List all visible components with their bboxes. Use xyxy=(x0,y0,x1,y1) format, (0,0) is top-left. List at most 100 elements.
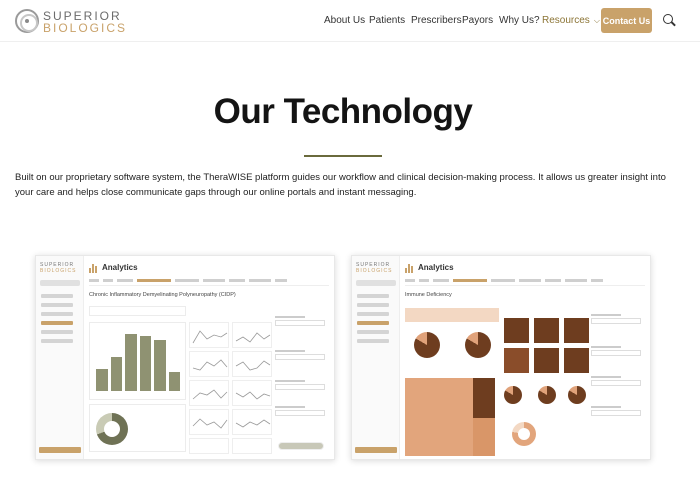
heat-tile xyxy=(504,318,529,343)
screenshot-action-button xyxy=(39,447,81,453)
heat-tile xyxy=(564,318,589,343)
line-chart-panel xyxy=(189,322,229,348)
screenshot-sidebar: SUPERIOR BIOLOGICS xyxy=(36,256,84,459)
filter-dropdown xyxy=(591,318,641,324)
line-chart-panel xyxy=(189,409,229,435)
analytics-icon xyxy=(405,263,415,273)
analytics-screenshot-cidp: SUPERIOR BIOLOGICS Analytics Chronic Inf… xyxy=(35,255,335,460)
line-chart-panel xyxy=(232,438,272,454)
screenshot-nav-item xyxy=(41,294,73,298)
kpi-strip xyxy=(405,308,499,322)
filter-dropdown xyxy=(591,410,641,416)
screenshot-nav-item xyxy=(41,303,73,307)
screenshot-sidebar: SUPERIOR BIOLOGICS xyxy=(352,256,400,459)
filter-label xyxy=(275,316,305,318)
filter-label xyxy=(591,346,621,348)
filter-dropdown xyxy=(591,380,641,386)
bar-chart-bar xyxy=(125,333,137,391)
bar-chart-bar xyxy=(96,369,108,391)
filter-label xyxy=(591,314,621,316)
contact-us-button[interactable]: Contact Us xyxy=(601,8,652,33)
filter-dropdown xyxy=(275,384,325,390)
line-chart-panel xyxy=(232,380,272,406)
donut-chart xyxy=(512,422,536,446)
screenshot-tabs xyxy=(405,278,645,286)
filter-dropdown xyxy=(275,354,325,360)
filter-label xyxy=(591,406,621,408)
screenshot-logo-bottom: BIOLOGICS xyxy=(40,268,77,274)
heat-tile xyxy=(504,348,529,373)
screenshot-tabs xyxy=(89,278,329,286)
screenshot-nav-item xyxy=(357,294,389,298)
screenshot-nav-item xyxy=(357,303,389,307)
screenshot-nav-item xyxy=(357,330,389,334)
nav-prescribers[interactable]: Prescribers xyxy=(411,15,462,26)
screenshot-user xyxy=(40,280,80,286)
donut-chart xyxy=(96,413,128,445)
heat-tile xyxy=(534,348,559,373)
filter-dropdown xyxy=(275,320,325,326)
bar-chart-bar xyxy=(139,336,151,391)
chevron-down-icon: ⌵ xyxy=(593,16,600,25)
line-chart-panel xyxy=(189,380,229,406)
pie-chart xyxy=(465,332,491,358)
pie-chart xyxy=(414,332,440,358)
analytics-screenshot-immune-deficiency: SUPERIOR BIOLOGICS Analytics Immune Defi… xyxy=(351,255,651,460)
filter-label xyxy=(275,406,305,408)
line-chart-panel xyxy=(232,351,272,377)
heat-tile xyxy=(564,348,589,373)
line-chart-panel xyxy=(232,322,272,348)
screenshot-app-title: Analytics xyxy=(418,263,454,272)
screenshot-logo: SUPERIOR BIOLOGICS xyxy=(356,262,393,274)
analytics-icon xyxy=(89,263,99,273)
bar-chart-bar xyxy=(110,356,122,391)
screenshot-logo: SUPERIOR BIOLOGICS xyxy=(40,262,77,274)
screenshot-nav-item xyxy=(41,339,73,343)
pie-chart xyxy=(538,386,556,404)
nav-resources-label: Resources xyxy=(542,15,590,26)
screenshot-logo-bottom: BIOLOGICS xyxy=(356,268,393,274)
pie-chart xyxy=(568,386,586,404)
bar-chart xyxy=(96,329,180,391)
donut-panel xyxy=(89,404,186,452)
nav-resources[interactable]: Resources ⌵ xyxy=(542,15,600,26)
screenshot-action-button xyxy=(355,447,397,453)
treemap-block xyxy=(405,378,473,456)
main-nav: About Us Patients Prescribers Payors Why… xyxy=(0,15,700,29)
screenshot-app-title: Analytics xyxy=(102,263,138,272)
page-title: Our Technology xyxy=(213,92,473,131)
date-range-slider xyxy=(278,442,324,450)
treemap-block xyxy=(473,378,495,418)
kpi-strip xyxy=(89,306,186,316)
nav-payors[interactable]: Payors xyxy=(462,15,493,26)
site-header: SUPERIOR BIOLOGICS About Us Patients Pre… xyxy=(0,0,700,42)
screenshot-subtitle: Chronic Inflammatory Demyelinating Polyn… xyxy=(89,292,236,298)
screenshot-nav-item-active xyxy=(357,321,389,325)
bar-chart-panel xyxy=(89,322,186,400)
filter-label xyxy=(275,350,305,352)
line-chart-panel xyxy=(232,409,272,435)
screenshot-nav-item xyxy=(357,339,389,343)
treemap-block xyxy=(473,418,495,456)
screenshot-subtitle: Immune Deficiency xyxy=(405,292,452,298)
filter-dropdown xyxy=(275,410,325,416)
nav-about-us[interactable]: About Us xyxy=(324,15,365,26)
intro-paragraph: Built on our proprietary software system… xyxy=(15,172,666,198)
screenshot-nav-item-active xyxy=(41,321,73,325)
title-divider xyxy=(304,155,382,157)
screenshot-nav-item xyxy=(41,330,73,334)
heat-tile xyxy=(534,318,559,343)
filter-dropdown xyxy=(591,350,641,356)
nav-patients[interactable]: Patients xyxy=(369,15,405,26)
screenshot-nav-item xyxy=(357,312,389,316)
bar-chart-bar xyxy=(168,372,180,391)
line-chart-panel xyxy=(189,351,229,377)
screenshot-user xyxy=(356,280,396,286)
nav-why-us[interactable]: Why Us? xyxy=(499,15,540,26)
line-chart-panel xyxy=(189,438,229,454)
pie-chart xyxy=(504,386,522,404)
filter-label xyxy=(591,376,621,378)
filter-label xyxy=(275,380,305,382)
search-icon[interactable] xyxy=(663,14,673,24)
bar-chart-bar xyxy=(154,340,166,391)
